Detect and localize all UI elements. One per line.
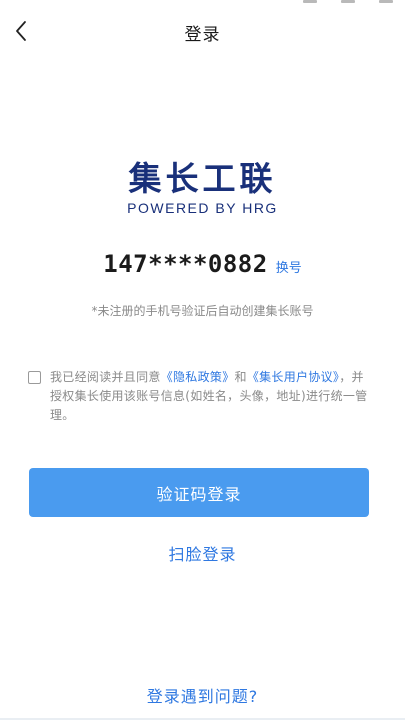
privacy-policy-link[interactable]: 《隐私政策》 xyxy=(161,370,235,384)
switch-account-link[interactable]: 换号 xyxy=(276,257,302,276)
page-title: 登录 xyxy=(184,25,221,45)
login-help-link[interactable]: 登录遇到问题? xyxy=(0,683,405,707)
register-hint: *未注册的手机号验证后自动创建集长账号 xyxy=(91,304,314,318)
logo-tagline: POWERED BY HRG xyxy=(127,200,278,216)
face-login-link[interactable]: 扫脸登录 xyxy=(0,541,405,565)
brand-logo: 集长工联 POWERED BY HRG xyxy=(0,159,405,217)
phone-number: 147****0882 xyxy=(103,250,268,278)
agreement-joiner: 和 xyxy=(234,370,247,384)
navigation-bar: 登录 xyxy=(0,0,405,62)
agreement-text: 我已经阅读并且同意《隐私政策》和《集长用户协议》，并授权集长使用该账号信息(如姓… xyxy=(50,368,373,425)
logo-name: 集长工联 xyxy=(128,159,277,198)
phone-row: 147****0882 换号 xyxy=(0,250,405,278)
agreement-prefix: 我已经阅读并且同意 xyxy=(50,370,161,384)
user-agreement-link[interactable]: 《集长用户协议》 xyxy=(247,370,339,384)
agreement-section: 我已经阅读并且同意《隐私政策》和《集长用户协议》，并授权集长使用该账号信息(如姓… xyxy=(28,368,373,425)
agreement-checkbox[interactable] xyxy=(28,371,41,384)
sms-login-button[interactable]: 验证码登录 xyxy=(29,468,369,517)
